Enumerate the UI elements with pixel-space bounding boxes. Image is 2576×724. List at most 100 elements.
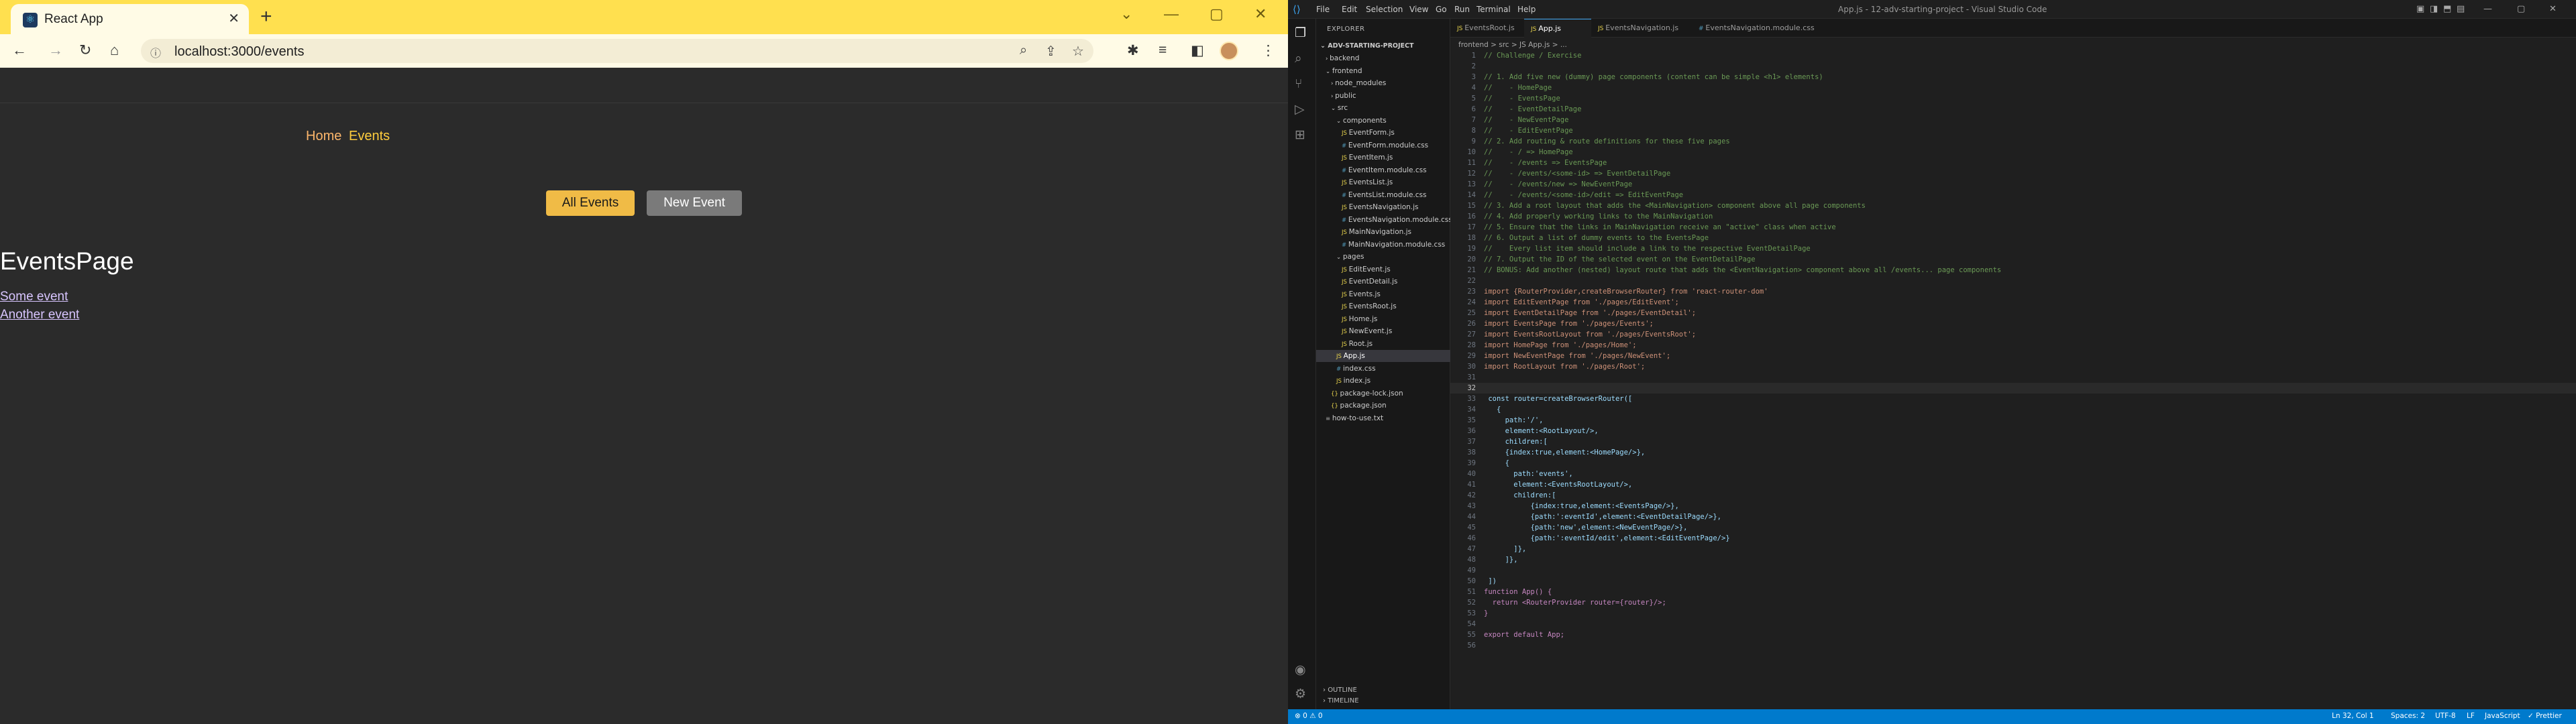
timeline-section[interactable]: › TIMELINE (1323, 697, 1359, 705)
code-line[interactable]: 26 import EventsPage from './pages/Events… (1450, 318, 2576, 329)
window-close-icon[interactable]: ✕ (1254, 5, 1267, 23)
code-line[interactable]: 14 // - /events/<some-id>/edit => EditEve… (1450, 190, 2576, 200)
code-line[interactable]: 2 (1450, 61, 2576, 72)
code-line[interactable]: 21 // BONUS: Add another (nested) layout … (1450, 265, 2576, 276)
run-debug-icon[interactable]: ▷ (1295, 102, 1305, 117)
code-line[interactable]: 35 path:'/', (1450, 415, 2576, 426)
code-line[interactable]: 40 path:'events', (1450, 469, 2576, 479)
code-line[interactable]: 16 // 4. Add properly working links to th… (1450, 211, 2576, 222)
code-line[interactable]: 53} (1450, 608, 2576, 619)
info-icon[interactable]: ⓘ (150, 44, 161, 60)
code-line[interactable]: 45 {path:'new',element:<NewEventPage/>}, (1450, 522, 2576, 533)
media-icon[interactable]: ≡ (1159, 42, 1167, 58)
code-line[interactable]: 41 element:<EventsRootLayout/>, (1450, 479, 2576, 490)
eol-status[interactable]: LF (2467, 712, 2475, 720)
code-line[interactable]: 49 (1450, 565, 2576, 576)
code-line[interactable]: 18 // 6. Output a list of dummy events to… (1450, 233, 2576, 243)
code-line[interactable]: 23 import {RouterProvider,createBrowserRo… (1450, 286, 2576, 297)
zoom-icon[interactable]: ⌕ (1020, 43, 1027, 58)
layout-icon[interactable]: ◨ (2430, 4, 2438, 14)
file-item[interactable]: JS EditEvent.js (1316, 263, 1450, 276)
code-line[interactable]: 7 // - NewEventPage (1450, 115, 2576, 125)
avatar[interactable] (1220, 42, 1238, 60)
problems-status[interactable]: ⊗ 0 ⚠ 0 (1295, 712, 1323, 720)
code-line[interactable]: 6 // - EventDetailPage (1450, 104, 2576, 115)
code-line[interactable]: 37 children:[ (1450, 436, 2576, 447)
file-item[interactable]: JS EventsNavigation.js (1316, 201, 1450, 213)
menu-terminal[interactable]: Terminal (1477, 5, 1511, 14)
file-item[interactable]: JS EventsList.js (1316, 176, 1450, 188)
gear-icon[interactable]: ⚙ (1295, 686, 1306, 701)
code-line[interactable]: 19 // Every list item should include a li… (1450, 243, 2576, 254)
code-editor[interactable]: 1// Challenge / Exercise 2 3// 1. Add five… (1450, 50, 2576, 674)
menu-run[interactable]: Run (1454, 5, 1470, 14)
search-icon[interactable]: ⌕ (1295, 51, 1302, 66)
code-line[interactable]: 51 function App() { (1450, 587, 2576, 597)
event-link[interactable]: Some event (0, 290, 68, 304)
folder-item[interactable]: ⌄ src (1316, 102, 1450, 114)
file-item[interactable]: # EventsList.module.css (1316, 189, 1450, 201)
code-line[interactable]: 47 ]}, (1450, 544, 2576, 554)
breadcrumb[interactable]: frontend > src > JS App.js > ... (1458, 41, 1567, 49)
code-line[interactable]: 42 children:[ (1450, 490, 2576, 501)
file-item[interactable]: # index.css (1316, 363, 1450, 375)
menu-icon[interactable]: ⋮ (1261, 42, 1275, 59)
code-line[interactable]: 27 import EventsRootLayout from './pages/… (1450, 329, 2576, 340)
chevron-down-icon[interactable]: ⌄ (1120, 5, 1132, 23)
folder-item[interactable]: › backend (1316, 52, 1450, 64)
code-line[interactable]: 9 // 2. Add routing & route definitions f… (1450, 136, 2576, 147)
code-line[interactable]: 10 // - / => HomePage (1450, 147, 2576, 158)
code-line[interactable]: 15 // 3. Add a root layout that adds the … (1450, 200, 2576, 211)
code-line[interactable]: 56 (1450, 640, 2576, 651)
code-line[interactable]: 43 {index:true,element:<EventsPage/>}, (1450, 501, 2576, 511)
file-item[interactable]: JS index.js (1316, 375, 1450, 387)
explorer-icon[interactable]: ❐ (1295, 25, 1306, 40)
code-line[interactable]: 48 ]}, (1450, 554, 2576, 565)
file-item[interactable]: {} package-lock.json (1316, 387, 1450, 400)
editor-tab[interactable]: # EventsNavigation.module.css (1692, 19, 1819, 38)
event-link[interactable]: Another event (0, 308, 79, 322)
bookmark-star-icon[interactable]: ☆ (1072, 43, 1084, 60)
code-line[interactable]: 34 { (1450, 404, 2576, 415)
code-line[interactable]: 46 {path:':eventId/edit',element:<EditEv… (1450, 533, 2576, 544)
code-line[interactable]: 22 (1450, 276, 2576, 286)
code-line[interactable]: 13 // - /events/new => NewEventPage (1450, 179, 2576, 190)
code-line[interactable]: 24 import EditEventPage from './pages/Edi… (1450, 297, 2576, 308)
code-line[interactable]: 8 // - EditEventPage (1450, 125, 2576, 136)
file-item[interactable]: {} package.json (1316, 400, 1450, 412)
file-item[interactable]: JS MainNavigation.js (1316, 226, 1450, 238)
editor-tab[interactable]: JS EventsRoot.js (1450, 19, 1524, 38)
code-line[interactable]: 39 { (1450, 458, 2576, 469)
file-item[interactable]: JS Root.js (1316, 338, 1450, 350)
code-line[interactable]: 25 import EventDetailPage from './pages/E… (1450, 308, 2576, 318)
file-item[interactable]: JS EventDetail.js (1316, 276, 1450, 288)
folder-item[interactable]: › public (1316, 90, 1450, 102)
code-line[interactable]: 17 // 5. Ensure that the links in MainNav… (1450, 222, 2576, 233)
window-close-icon[interactable]: ✕ (2549, 4, 2557, 14)
file-item[interactable]: JS EventForm.js (1316, 127, 1450, 139)
code-line[interactable]: 38 {index:true,element:<HomePage/>}, (1450, 447, 2576, 458)
code-line[interactable]: 29 import NewEventPage from './pages/NewE… (1450, 351, 2576, 361)
indent-status[interactable]: Spaces: 2 (2391, 712, 2425, 720)
outline-section[interactable]: › OUTLINE (1323, 686, 1357, 694)
file-item[interactable]: # EventsNavigation.module.css (1316, 214, 1452, 226)
file-item[interactable]: # MainNavigation.module.css (1316, 239, 1450, 251)
prettier-status[interactable]: ✓ Prettier (2528, 712, 2562, 720)
code-line[interactable]: 31 (1450, 372, 2576, 383)
extensions-icon[interactable]: ⊞ (1295, 127, 1305, 142)
forward-icon[interactable]: → (48, 42, 63, 59)
language-status[interactable]: JavaScript (2485, 712, 2520, 720)
source-control-icon[interactable]: ⑂ (1295, 76, 1302, 91)
code-line[interactable]: 32 (1450, 383, 2576, 394)
file-item[interactable]: JS Home.js (1316, 313, 1450, 325)
code-line[interactable]: 20 // 7. Output the ID of the selected ev… (1450, 254, 2576, 265)
menu-file[interactable]: File (1316, 5, 1330, 14)
code-line[interactable]: 5 // - EventsPage (1450, 93, 2576, 104)
maximize-icon[interactable]: ▢ (2517, 4, 2525, 14)
cursor-position[interactable]: Ln 32, Col 1 (2332, 712, 2374, 720)
new-event-button[interactable]: New Event (647, 190, 742, 216)
nav-link-home[interactable]: Home (306, 129, 341, 144)
encoding-status[interactable]: UTF-8 (2435, 712, 2456, 720)
code-line[interactable]: 52 return <RouterProvider router={router… (1450, 597, 2576, 608)
new-tab-icon[interactable]: + (260, 5, 272, 28)
